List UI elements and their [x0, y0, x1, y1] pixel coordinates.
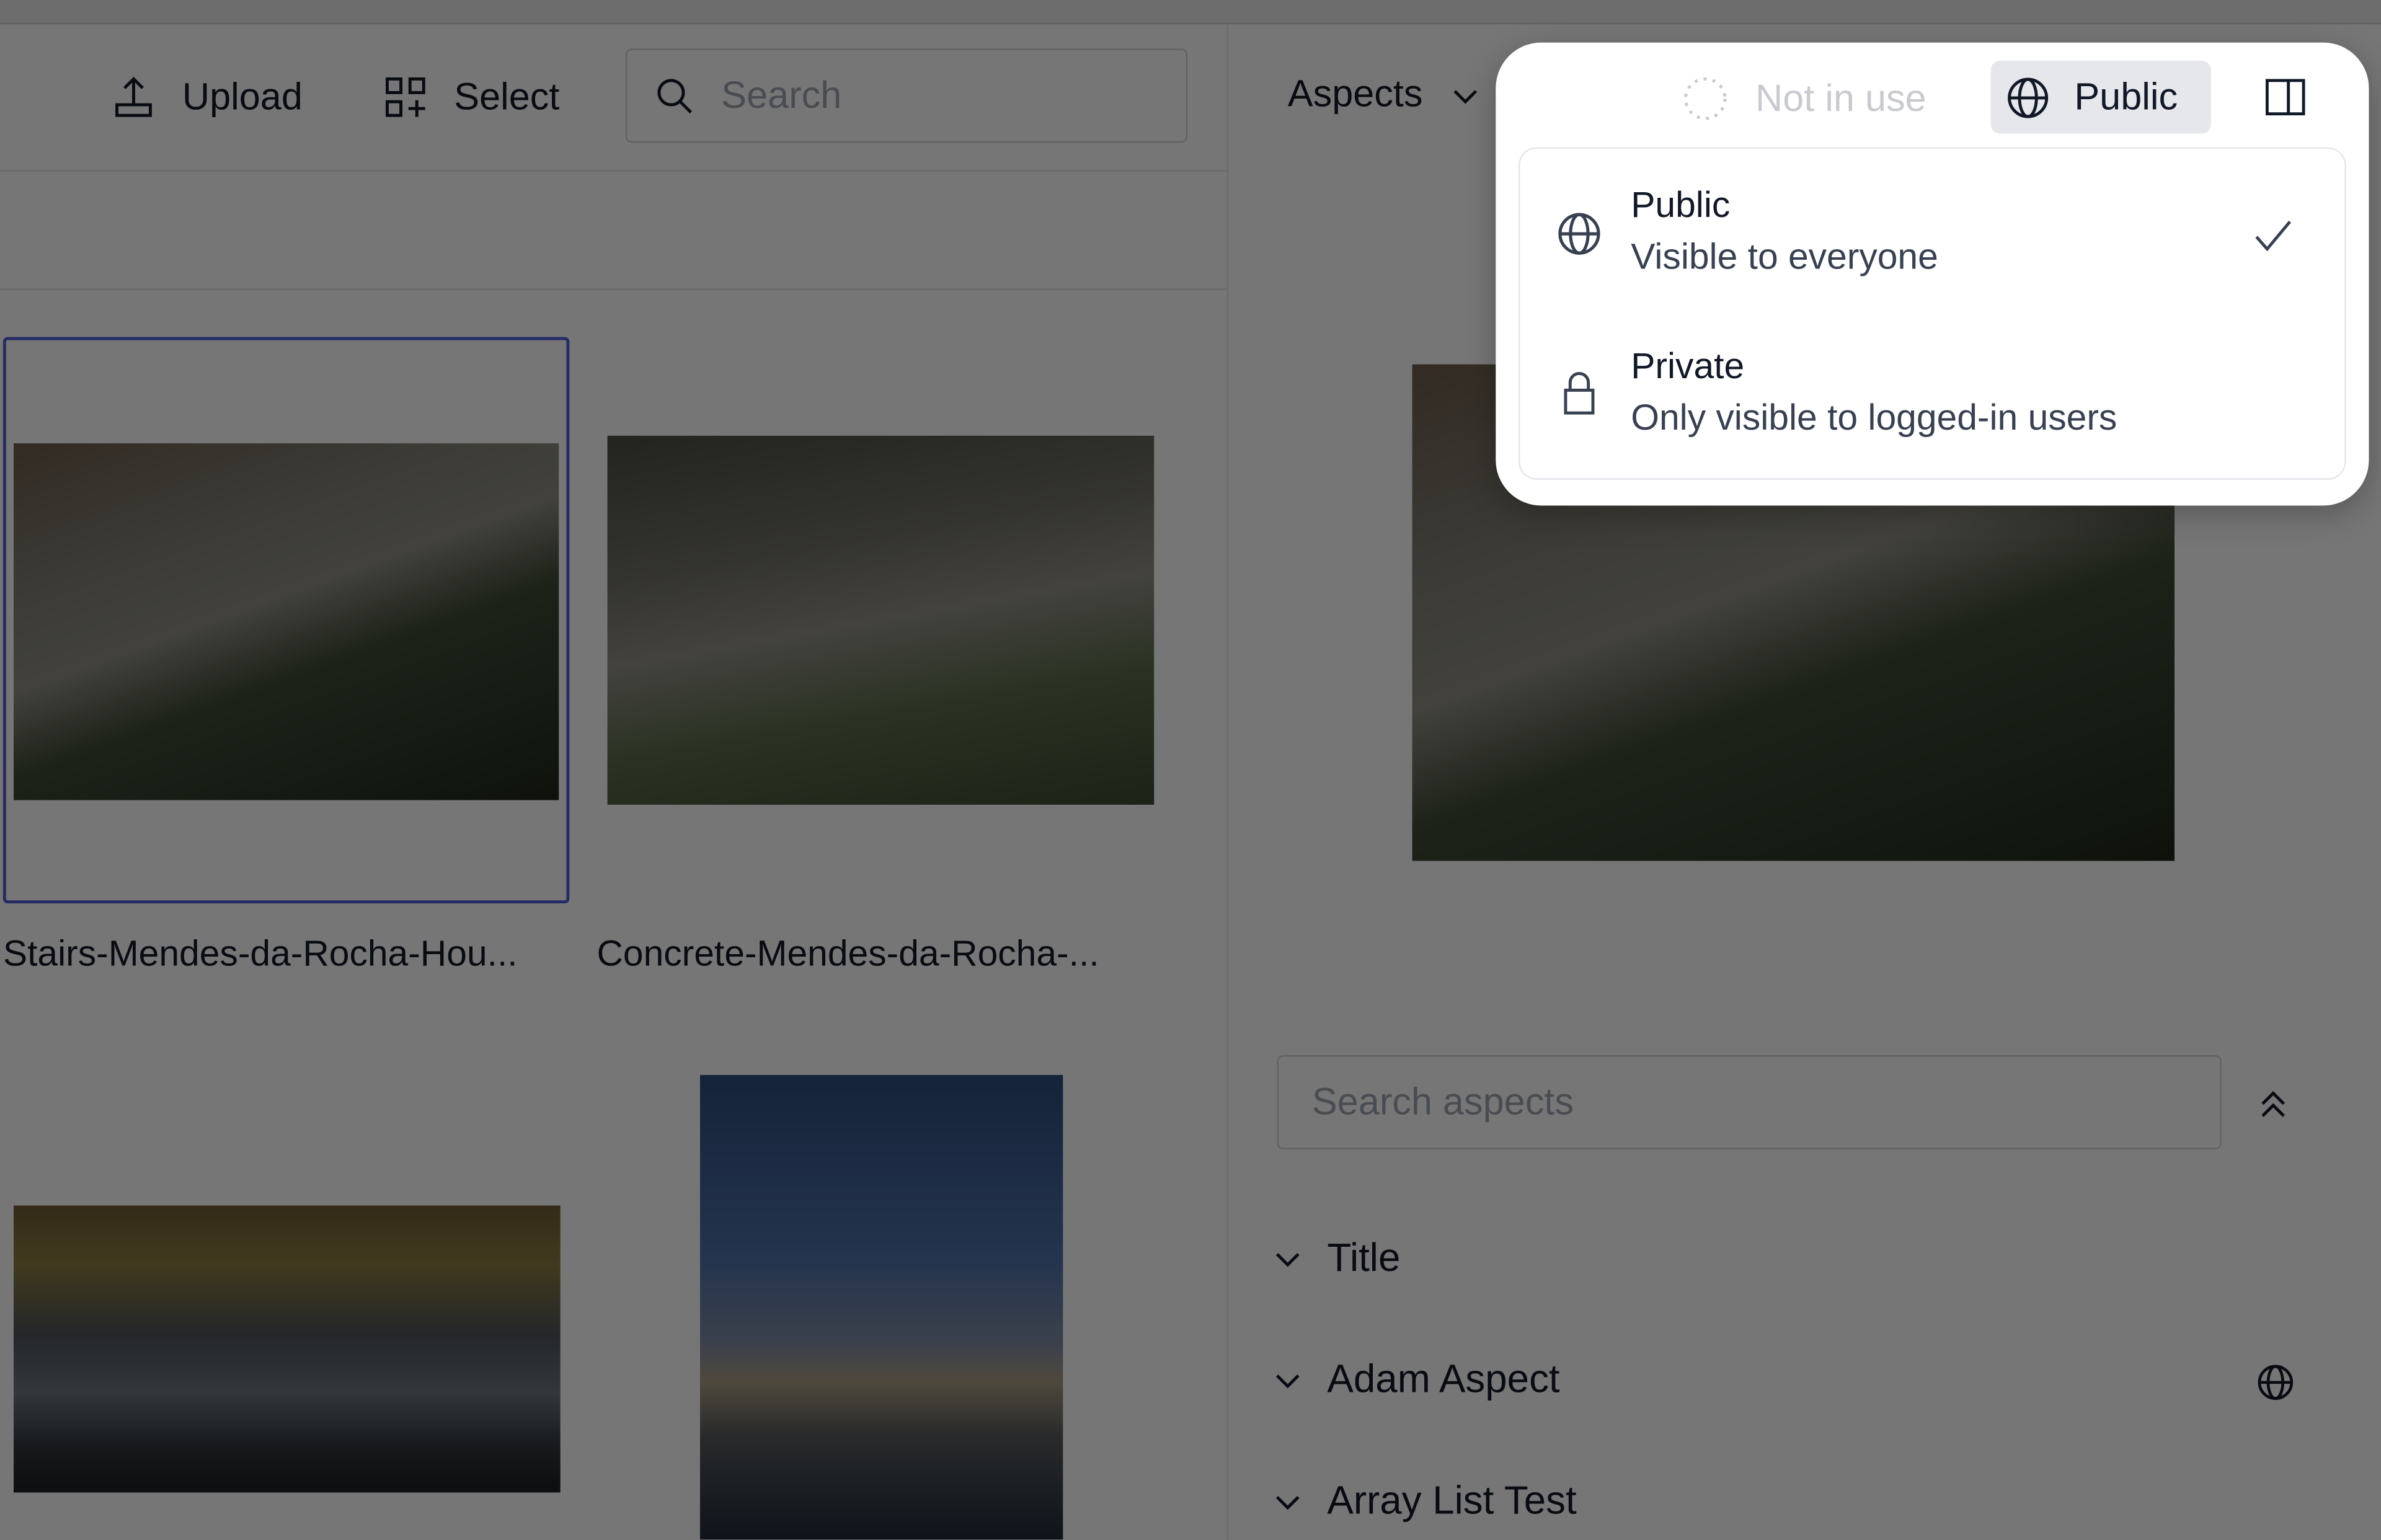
globe-icon	[2008, 77, 2049, 118]
visibility-menu: Public Visible to everyone Private Only …	[1519, 147, 2346, 480]
aspect-item-adam-aspect[interactable]: Adam Aspect	[1272, 1355, 1560, 1403]
usage-status: Not in use	[1682, 76, 1927, 121]
option-title: Private	[1631, 346, 1745, 387]
select-button[interactable]: Select	[384, 70, 560, 125]
top-strip	[0, 0, 2381, 25]
asset-name[interactable]: Concrete-Mendes-da-Rocha-...	[596, 934, 1099, 976]
globe-icon	[1558, 213, 1600, 255]
globe-icon	[2258, 1365, 2294, 1401]
search-aspects-placeholder: Search aspects	[1311, 1080, 1574, 1123]
lock-icon	[1564, 372, 1595, 415]
menu-item-public[interactable]: Public Visible to everyone	[1520, 161, 2344, 313]
menu-item-private[interactable]: Private Only visible to logged-in users	[1520, 322, 2344, 474]
usage-status-label: Not in use	[1755, 76, 1927, 120]
visibility-button[interactable]: Public	[1990, 60, 2211, 134]
aspect-item-title[interactable]: Title	[1272, 1234, 1400, 1281]
option-subtitle: Visible to everyone	[1631, 237, 1938, 278]
aspect-label: Title	[1327, 1234, 1401, 1280]
chevron-down-icon	[1275, 1252, 1300, 1267]
aspects-label: Aspects	[1287, 73, 1423, 116]
search-placeholder: Search	[721, 73, 842, 117]
asset-thumbnail[interactable]	[699, 1074, 1063, 1540]
asset-name[interactable]: Stairs-Mendes-da-Rocha-Hou...	[3, 934, 518, 976]
loading-spinner-icon	[1683, 77, 1727, 120]
asset-thumbnail[interactable]	[14, 443, 559, 800]
select-label: Select	[454, 75, 560, 118]
chevron-down-icon	[1275, 1495, 1300, 1510]
divider	[0, 288, 1227, 290]
search-icon	[657, 79, 693, 113]
checkmark-icon	[2255, 220, 2291, 252]
upload-button[interactable]: Upload	[112, 70, 303, 125]
select-grid-icon	[386, 77, 425, 117]
asset-thumbnail[interactable]	[607, 435, 1155, 805]
upload-label: Upload	[182, 75, 303, 118]
toggle-sidebar-icon[interactable]	[2265, 79, 2305, 116]
chevron-down-icon	[1275, 1373, 1300, 1388]
visibility-popover: Not in use Public Public Visible to ever…	[1496, 42, 2369, 506]
upload-icon	[115, 76, 152, 117]
aspects-dropdown[interactable]: Aspects	[1288, 73, 1481, 117]
asset-thumbnail[interactable]	[14, 1205, 561, 1493]
divider	[0, 170, 1227, 172]
chevron-down-icon	[1453, 89, 1478, 104]
collapse-all-icon[interactable]	[2256, 1087, 2290, 1120]
aspect-label: Adam Aspect	[1327, 1355, 1560, 1402]
visibility-label: Public	[2074, 75, 2178, 118]
option-title: Public	[1631, 185, 1731, 226]
search-aspects-input[interactable]: Search aspects	[1277, 1055, 2222, 1149]
aspect-item-array-list-test[interactable]: Array List Test	[1272, 1477, 1577, 1525]
option-subtitle: Only visible to logged-in users	[1631, 397, 2117, 439]
search-input[interactable]: Search	[625, 48, 1188, 143]
aspect-label: Array List Test	[1327, 1477, 1577, 1523]
